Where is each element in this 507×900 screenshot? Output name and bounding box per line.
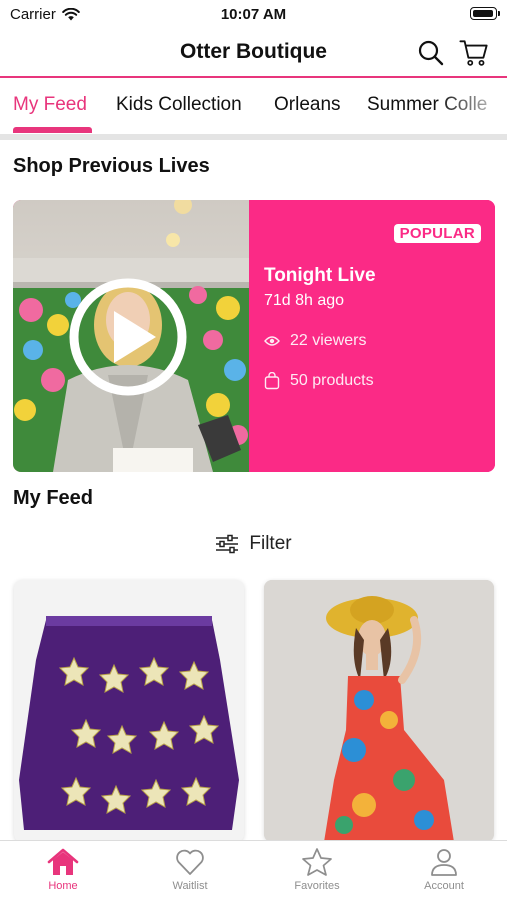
nav-waitlist-label: Waitlist bbox=[172, 880, 208, 892]
tab-my-feed[interactable]: My Feed bbox=[13, 94, 87, 116]
filter-label: Filter bbox=[249, 533, 292, 554]
person-icon bbox=[431, 849, 457, 876]
filter-button[interactable]: Filter bbox=[0, 533, 507, 555]
cart-icon bbox=[459, 40, 488, 66]
home-icon bbox=[47, 848, 79, 875]
battery-icon bbox=[470, 7, 500, 20]
play-icon bbox=[69, 278, 187, 396]
live-time-ago: 71d 8h ago bbox=[264, 292, 345, 309]
nav-account-label: Account bbox=[424, 880, 464, 892]
product-image-floral-jumpsuit bbox=[264, 580, 494, 842]
search-button[interactable] bbox=[416, 38, 446, 68]
tabs-divider bbox=[0, 134, 507, 140]
products-count: 50 products bbox=[290, 372, 374, 389]
nav-favorites-label: Favorites bbox=[294, 880, 340, 892]
previous-lives-heading: Shop Previous Lives bbox=[13, 155, 210, 177]
tab-orleans[interactable]: Orleans bbox=[274, 94, 341, 116]
collection-tabs: My Feed Kids Collection Orleans Summer C… bbox=[0, 80, 507, 136]
live-title: Tonight Live bbox=[264, 265, 376, 286]
viewers-row: 22 viewers bbox=[264, 332, 366, 350]
filter-sliders-icon bbox=[216, 534, 239, 554]
nav-account[interactable]: Account bbox=[381, 847, 507, 892]
heart-icon bbox=[176, 849, 204, 875]
status-bar: Carrier 10:07 AM bbox=[0, 0, 507, 28]
products-row: 50 products bbox=[264, 372, 374, 390]
nav-home-label: Home bbox=[48, 880, 78, 892]
play-button[interactable] bbox=[66, 275, 190, 399]
popular-badge: POPULAR bbox=[393, 224, 481, 243]
product-card[interactable] bbox=[14, 580, 244, 842]
live-thumbnail[interactable] bbox=[13, 200, 249, 472]
nav-favorites[interactable]: Favorites bbox=[254, 847, 380, 892]
my-feed-heading: My Feed bbox=[13, 487, 94, 509]
status-time: 10:07 AM bbox=[220, 6, 287, 23]
cart-button[interactable] bbox=[459, 38, 489, 68]
nav-waitlist[interactable]: Waitlist bbox=[127, 847, 253, 892]
bottom-navigation: Home Waitlist Favorites Account bbox=[0, 840, 507, 900]
search-icon bbox=[418, 40, 444, 66]
eye-icon bbox=[264, 336, 280, 346]
tab-kids-collection[interactable]: Kids Collection bbox=[116, 94, 242, 116]
shopping-bag-icon bbox=[264, 372, 280, 390]
tabs-fade-overlay bbox=[437, 80, 507, 128]
live-card[interactable]: POPULAR Tonight Live 71d 8h ago 22 viewe… bbox=[13, 200, 495, 472]
app-header: Otter Boutique bbox=[0, 30, 507, 78]
nav-home[interactable]: Home bbox=[0, 847, 126, 892]
star-icon bbox=[302, 848, 332, 876]
viewers-count: 22 viewers bbox=[290, 332, 367, 349]
active-tab-indicator bbox=[13, 127, 92, 133]
live-info-panel: POPULAR Tonight Live 71d 8h ago 22 viewe… bbox=[249, 200, 495, 472]
product-card[interactable] bbox=[264, 580, 494, 842]
product-image-sequin-skirt bbox=[14, 580, 244, 842]
